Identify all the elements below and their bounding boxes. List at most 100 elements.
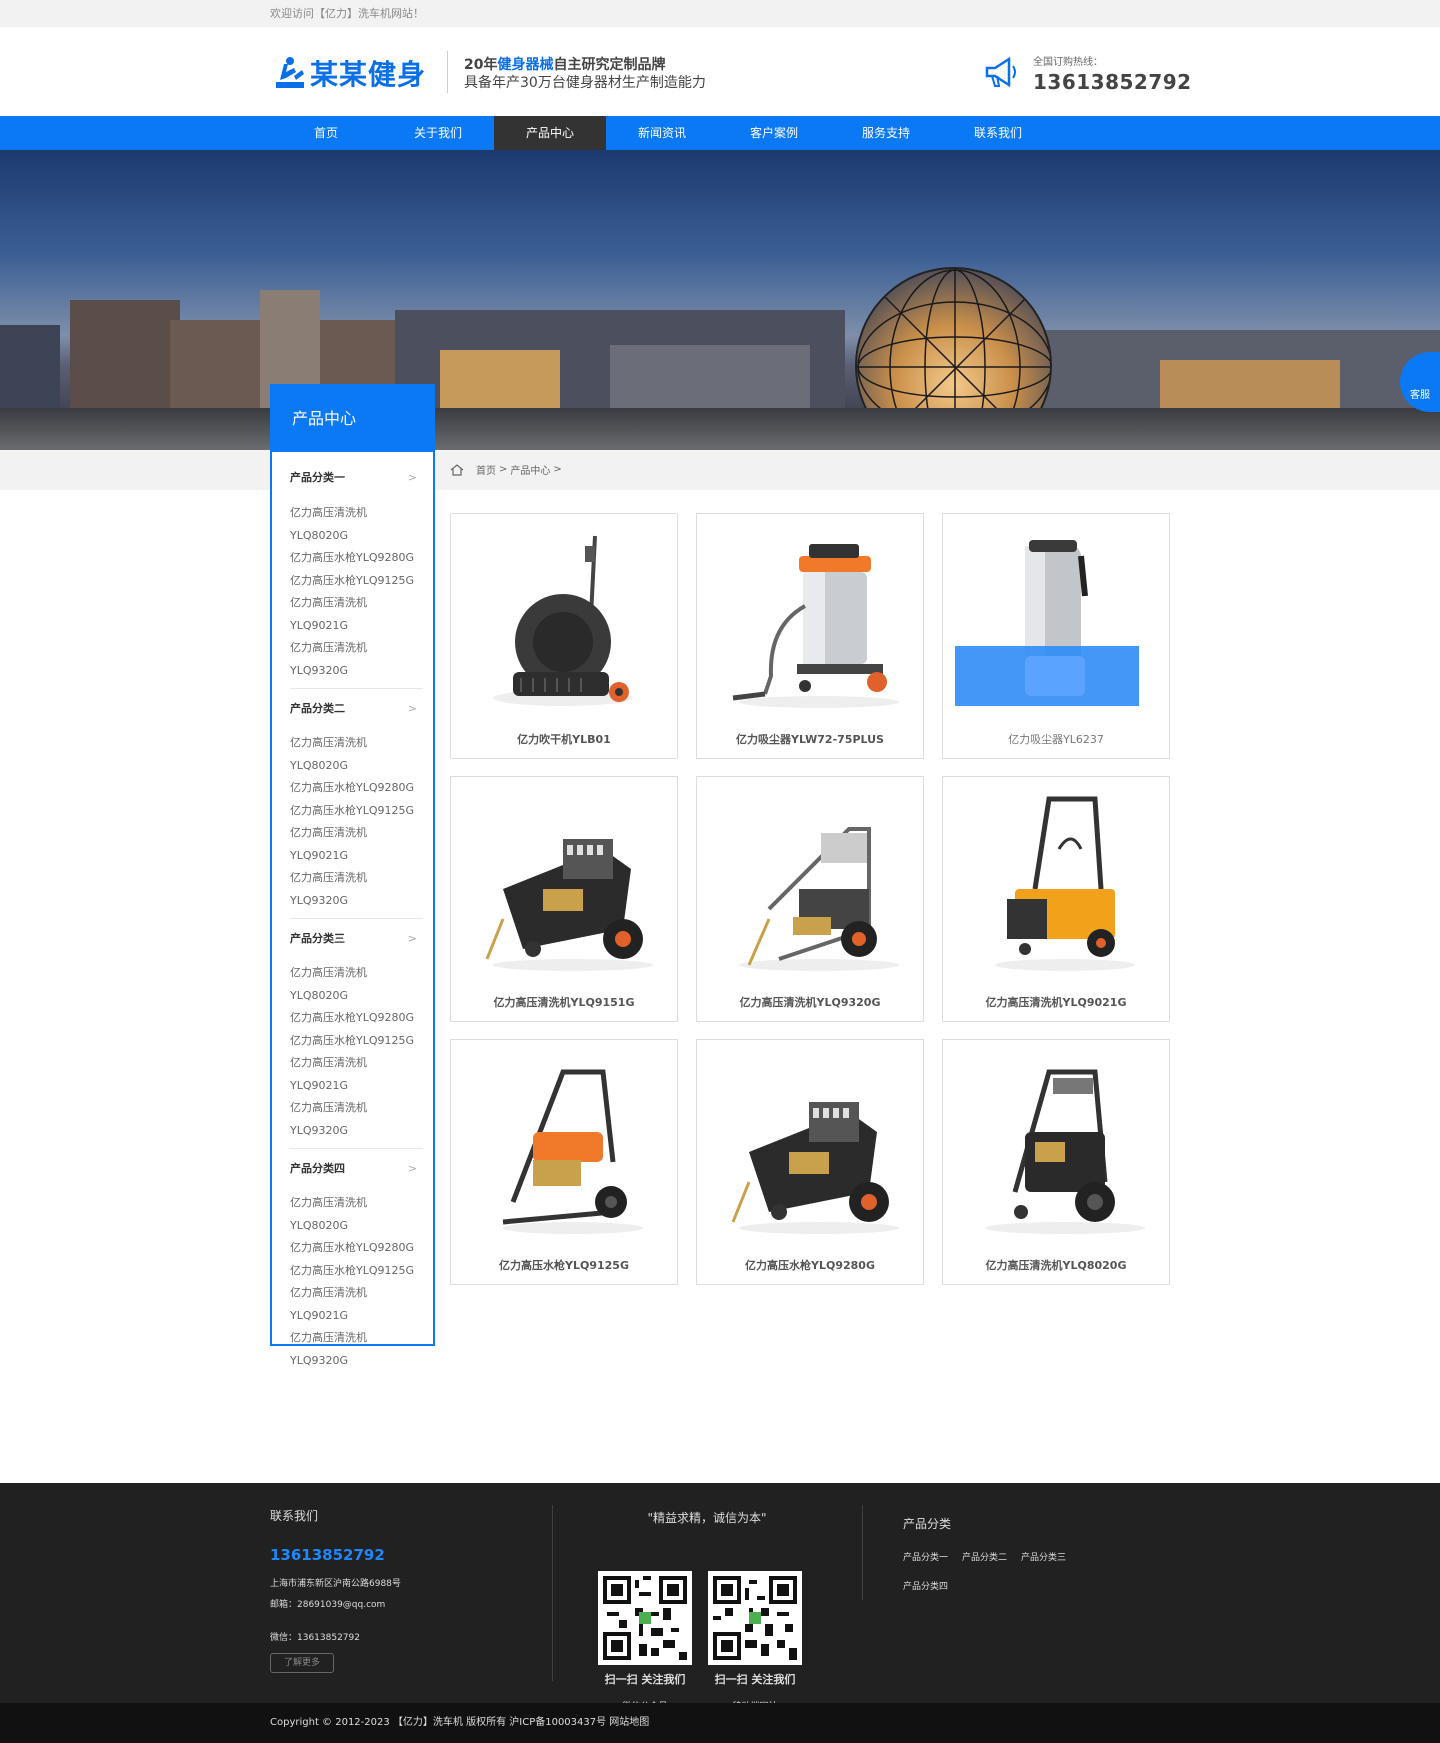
breadcrumb: 首页 > 产品中心 > (450, 462, 565, 477)
sidebar-item[interactable]: 亿力高压清洗机 (290, 1327, 423, 1350)
category-title[interactable]: 产品分类三 > (290, 918, 423, 958)
product-image-pressure-gun (502, 1069, 643, 1234)
logo[interactable]: 某某健身 (274, 53, 426, 93)
nav-contact[interactable]: 联系我们 (942, 116, 1054, 150)
qr-wechat: 扫一扫 关注我们 微信公众号 (598, 1571, 692, 1712)
breadcrumb-current[interactable]: 产品中心 (510, 462, 550, 477)
sidebar-item[interactable]: 亿力高压清洗机 (290, 1097, 423, 1120)
product-card[interactable]: 亿力高压清洗机YLQ9151G (450, 776, 678, 1022)
sidebar-category: 产品分类二 > 亿力高压清洗机 YLQ8020G 亿力高压水枪YLQ9280G 亿… (272, 688, 433, 918)
qr-code-icon (713, 1576, 797, 1660)
sidebar-item[interactable]: YLQ9021G (290, 1305, 423, 1328)
footer-divider (862, 1505, 863, 1600)
product-card[interactable]: 亿力高压清洗机YLQ9021G (942, 776, 1170, 1022)
sidebar-item[interactable]: 亿力高压清洗机 (290, 822, 423, 845)
product-image-vacuum-upright (955, 540, 1139, 706)
main-nav: 首页 关于我们 产品中心 新闻资讯 客户案例 服务支持 联系我们 (0, 116, 1440, 150)
sidebar-item[interactable]: 亿力高压清洗机 (290, 637, 423, 660)
sidebar-item[interactable]: YLQ9320G (290, 1120, 423, 1143)
sidebar-item[interactable]: 亿力高压清洗机 (290, 1192, 423, 1215)
footer: 联系我们 13613852792 上海市浦东新区沪南公路6988号 邮箱：286… (0, 1483, 1440, 1712)
product-name[interactable]: 亿力高压清洗机YLQ9021G (943, 994, 1169, 1010)
sidebar-item[interactable]: YLQ9021G (290, 615, 423, 638)
product-card[interactable]: 亿力吸尘器YL6237 (942, 513, 1170, 759)
product-card[interactable]: 亿力吸尘器YLW72-75PLUS (696, 513, 924, 759)
category-title[interactable]: 产品分类四 > (290, 1148, 423, 1188)
logo-text: 某某健身 (310, 58, 427, 91)
sidebar-item[interactable]: 亿力高压清洗机 (290, 1282, 423, 1305)
slogan: 20年健身器械自主研究定制品牌 具备年产30万台健身器材生产制造能力 (464, 56, 706, 92)
sidebar-item[interactable]: 亿力高压水枪YLQ9125G (290, 1030, 423, 1053)
footer-contact-title: 联系我们 (270, 1509, 319, 1523)
sidebar-item[interactable]: 亿力高压清洗机 (290, 867, 423, 890)
sidebar-item[interactable]: 亿力高压水枪YLQ9280G (290, 1237, 423, 1260)
hotline: 全国订购热线： 13613852792 (1033, 53, 1192, 94)
product-name[interactable]: 亿力吸尘器YL6237 (943, 731, 1169, 747)
sidebar-item[interactable]: 亿力高压清洗机 (290, 592, 423, 615)
learn-more-button[interactable]: 了解更多 (270, 1653, 334, 1673)
sidebar-item[interactable]: YLQ9021G (290, 1075, 423, 1098)
sidebar-item[interactable]: 亿力高压水枪YLQ9125G (290, 570, 423, 593)
product-image-vacuum (732, 544, 899, 708)
footer-phone[interactable]: 13613852792 (270, 1546, 401, 1564)
nav-news[interactable]: 新闻资讯 (606, 116, 718, 150)
sidebar-item[interactable]: 亿力高压水枪YLQ9280G (290, 777, 423, 800)
slogan-line2: 具备年产30万台健身器材生产制造能力 (464, 75, 706, 91)
product-card[interactable]: 亿力高压水枪YLQ9280G (696, 1039, 924, 1285)
product-name[interactable]: 亿力吸尘器YLW72-75PLUS (697, 731, 923, 747)
category-title[interactable]: 产品分类一 > (290, 458, 423, 498)
sidebar-item[interactable]: YLQ9320G (290, 1350, 423, 1373)
footer-address: 上海市浦东新区沪南公路6988号 (270, 1579, 401, 1589)
hotline-number[interactable]: 13613852792 (1033, 70, 1192, 94)
sidebar-item[interactable]: YLQ8020G (290, 1215, 423, 1238)
sidebar-item[interactable]: 亿力高压水枪YLQ9280G (290, 1007, 423, 1030)
sidebar-item[interactable]: 亿力高压清洗机 (290, 962, 423, 985)
sidebar-item[interactable]: 亿力高压清洗机 (290, 732, 423, 755)
sidebar-item[interactable]: YLQ9021G (290, 845, 423, 868)
sidebar-category: 产品分类三 > 亿力高压清洗机 YLQ8020G 亿力高压水枪YLQ9280G 亿… (272, 918, 433, 1148)
sidebar-item[interactable]: YLQ9320G (290, 890, 423, 913)
nav-support[interactable]: 服务支持 (830, 116, 942, 150)
hotline-label: 全国订购热线： (1033, 57, 1103, 68)
sidebar-item[interactable]: YLQ8020G (290, 525, 423, 548)
category-title[interactable]: 产品分类二 > (290, 688, 423, 728)
sidebar-item[interactable]: 亿力高压清洗机 (290, 502, 423, 525)
footer-cat-link[interactable]: 产品分类四 (903, 1579, 948, 1592)
footer-email[interactable]: 邮箱：28691039@qq.com (270, 1597, 401, 1610)
product-name[interactable]: 亿力吹干机YLB01 (451, 731, 677, 747)
footer-cat-link[interactable]: 产品分类一 (903, 1550, 948, 1563)
breadcrumb-home[interactable]: 首页 (476, 462, 496, 477)
sidebar-item[interactable]: 亿力高压水枪YLQ9125G (290, 1260, 423, 1283)
sidebar-item[interactable]: YLQ9320G (290, 660, 423, 683)
product-name[interactable]: 亿力高压清洗机YLQ8020G (943, 1257, 1169, 1273)
product-image-pressure-washer (995, 796, 1135, 971)
sidebar-item[interactable]: YLQ8020G (290, 985, 423, 1008)
product-name[interactable]: 亿力高压水枪YLQ9280G (697, 1257, 923, 1273)
product-card[interactable]: 亿力高压水枪YLQ9125G (450, 1039, 678, 1285)
footer-cat-link[interactable]: 产品分类三 (1021, 1550, 1066, 1563)
copyright-text: Copyright © 2012-2023 【亿力】洗车机 版权所有 沪ICP备… (270, 1717, 650, 1728)
footer-categories: 产品分类 产品分类一 产品分类二 产品分类三 产品分类四 (903, 1515, 1083, 1608)
product-card[interactable]: 亿力高压清洗机YLQ9320G (696, 776, 924, 1022)
footer-divider (552, 1505, 553, 1681)
nav-home[interactable]: 首页 (270, 116, 382, 150)
nav-products[interactable]: 产品中心 (494, 116, 606, 150)
sidebar-item[interactable]: 亿力高压清洗机 (290, 1052, 423, 1075)
nav-about[interactable]: 关于我们 (382, 116, 494, 150)
header: 某某健身 20年健身器械自主研究定制品牌 具备年产30万台健身器材生产制造能力 … (0, 27, 1440, 116)
chevron-right-icon: > (407, 1162, 417, 1175)
sidebar-item[interactable]: 亿力高压水枪YLQ9125G (290, 800, 423, 823)
product-name[interactable]: 亿力高压清洗机YLQ9151G (451, 994, 677, 1010)
copyright-bar: Copyright © 2012-2023 【亿力】洗车机 版权所有 沪ICP备… (0, 1703, 1440, 1743)
footer-cat-link[interactable]: 产品分类二 (962, 1550, 1007, 1563)
product-name[interactable]: 亿力高压水枪YLQ9125G (451, 1257, 677, 1273)
breadcrumb-bar (0, 450, 1440, 490)
product-card[interactable]: 亿力吹干机YLB01 (450, 513, 678, 759)
nav-cases[interactable]: 客户案例 (718, 116, 830, 150)
home-icon[interactable] (450, 463, 464, 476)
sidebar-item[interactable]: YLQ8020G (290, 755, 423, 778)
product-name[interactable]: 亿力高压清洗机YLQ9320G (697, 994, 923, 1010)
topbar: 欢迎访问【亿力】洗车机网站！ (0, 0, 1440, 27)
product-card[interactable]: 亿力高压清洗机YLQ8020G (942, 1039, 1170, 1285)
sidebar-item[interactable]: 亿力高压水枪YLQ9280G (290, 547, 423, 570)
